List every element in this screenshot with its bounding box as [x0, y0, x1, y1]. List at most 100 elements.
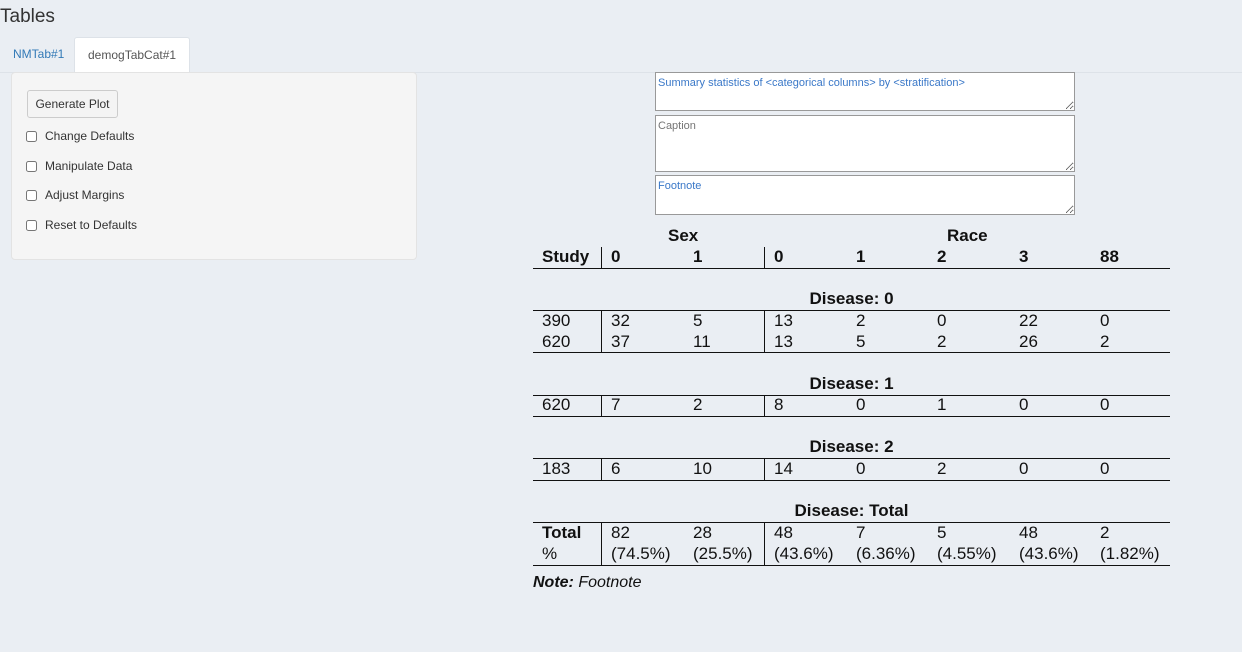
- section-rule: [533, 480, 1170, 481]
- table-cell: (25.5%): [693, 544, 753, 563]
- manipulate-data-option[interactable]: Manipulate Data: [26, 159, 132, 173]
- section-rule: [533, 352, 1170, 353]
- table-cell: 0: [856, 395, 866, 414]
- table-cell: 48: [774, 523, 793, 542]
- change-defaults-label: Change Defaults: [45, 129, 135, 143]
- table-cell: %: [542, 544, 558, 563]
- race-group-header: Race: [947, 226, 988, 245]
- table-cell: 2: [693, 395, 703, 414]
- table-cell: 390: [542, 311, 571, 330]
- table-cell: 0: [1019, 395, 1029, 414]
- change-defaults-option[interactable]: Change Defaults: [26, 129, 134, 143]
- section-rule: [533, 416, 1170, 417]
- table-cell: 2: [937, 459, 947, 478]
- reset-defaults-option[interactable]: Reset to Defaults: [26, 218, 137, 232]
- table-cell: 620: [542, 395, 571, 414]
- section-title: Disease: Total: [794, 501, 909, 520]
- column-header-race-1: 1: [856, 247, 866, 266]
- column-divider: [764, 523, 765, 565]
- table-cell: 32: [611, 311, 630, 330]
- column-divider: [764, 396, 765, 416]
- change-defaults-checkbox[interactable]: [26, 130, 37, 142]
- column-header-race-88: 88: [1100, 247, 1119, 266]
- column-header-study: Study: [542, 247, 590, 266]
- column-header-race-3: 3: [1019, 247, 1029, 266]
- table-cell: 2: [856, 311, 866, 330]
- table-note: Note: Footnote: [533, 574, 642, 592]
- table-cell: 6: [611, 459, 621, 478]
- column-divider: [601, 523, 602, 565]
- table-cell: (74.5%): [611, 544, 671, 563]
- tab-bar: NMTab#1 demogTabCat#1: [0, 37, 1242, 73]
- table-cell: (6.36%): [856, 544, 916, 563]
- column-header-sex-1: 1: [693, 247, 703, 266]
- table-cell: 37: [611, 332, 630, 351]
- table-cell: (43.6%): [1019, 544, 1079, 563]
- table-cell: (43.6%): [774, 544, 834, 563]
- table-cell: 1: [937, 395, 947, 414]
- table-cell: 2: [937, 332, 947, 351]
- column-divider: [764, 247, 765, 268]
- note-label: Note:: [533, 574, 574, 591]
- manipulate-data-checkbox[interactable]: [26, 160, 37, 172]
- options-panel: Generate Plot Change Defaults Manipulate…: [11, 72, 417, 260]
- table-cell: 8: [774, 395, 784, 414]
- table-cell: 2: [1100, 523, 1110, 542]
- table-cell: 5: [937, 523, 947, 542]
- table-cell: 5: [693, 311, 703, 330]
- tab-demogtabcat[interactable]: demogTabCat#1: [74, 37, 191, 73]
- table-cell: 0: [1100, 311, 1110, 330]
- table-cell: (1.82%): [1100, 544, 1160, 563]
- table-cell: 82: [611, 523, 630, 542]
- table-cell: 0: [1019, 459, 1029, 478]
- table-cell: 7: [856, 523, 866, 542]
- table-cell: 13: [774, 332, 793, 351]
- column-divider: [601, 459, 602, 480]
- table-cell: 48: [1019, 523, 1038, 542]
- table-cell: (4.55%): [937, 544, 997, 563]
- adjust-margins-option[interactable]: Adjust Margins: [26, 188, 124, 202]
- reset-defaults-label: Reset to Defaults: [45, 218, 138, 232]
- table-cell: 11: [693, 332, 711, 351]
- section-title: Disease: 1: [809, 374, 894, 393]
- tab-nmtab[interactable]: NMTab#1: [0, 37, 77, 71]
- column-divider: [601, 311, 602, 352]
- page-title: Tables: [0, 6, 55, 27]
- caption-input[interactable]: [655, 115, 1075, 172]
- column-header-sex-0: 0: [611, 247, 621, 266]
- table-title-input[interactable]: Summary statistics of <categorical colum…: [655, 72, 1075, 111]
- column-divider: [764, 311, 765, 352]
- column-divider: [601, 247, 602, 268]
- manipulate-data-label: Manipulate Data: [45, 159, 133, 173]
- column-divider: [764, 459, 765, 480]
- table-cell: 5: [856, 332, 866, 351]
- sex-group-header: Sex: [668, 226, 699, 245]
- section-rule: [533, 458, 1170, 459]
- table-cell: 2: [1100, 332, 1110, 351]
- footnote-input[interactable]: Footnote: [655, 175, 1075, 215]
- section-rule: [533, 565, 1170, 566]
- column-header-race-2: 2: [937, 247, 947, 266]
- table-cell: 0: [856, 459, 866, 478]
- table-cell: 0: [1100, 459, 1110, 478]
- table-cell: 0: [937, 311, 947, 330]
- table-cell: 28: [693, 523, 712, 542]
- column-header-race-0: 0: [774, 247, 784, 266]
- table-cell: 10: [693, 459, 712, 478]
- adjust-margins-label: Adjust Margins: [45, 188, 125, 202]
- section-rule: [533, 395, 1170, 396]
- generate-plot-button[interactable]: Generate Plot: [27, 90, 118, 118]
- note-text: Footnote: [578, 574, 642, 591]
- reset-defaults-checkbox[interactable]: [26, 219, 37, 231]
- table-cell: 183: [542, 459, 571, 478]
- table-cell: 14: [774, 459, 793, 478]
- table-cell: 0: [1100, 395, 1110, 414]
- table-cell: 7: [611, 395, 621, 414]
- table-cell: 620: [542, 332, 571, 351]
- adjust-margins-checkbox[interactable]: [26, 189, 37, 201]
- section-title: Disease: 2: [809, 437, 894, 456]
- section-title: Disease: 0: [809, 289, 894, 308]
- table-cell: 26: [1019, 332, 1038, 351]
- table-cell: Total: [542, 523, 582, 542]
- column-divider: [601, 396, 602, 416]
